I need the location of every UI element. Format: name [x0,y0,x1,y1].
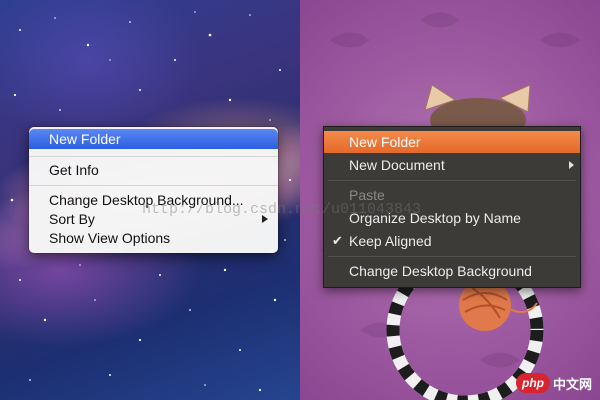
php-cn-logo: php 中文网 [515,372,592,394]
ubuntu-new-folder-label: New Folder [349,134,421,150]
ubuntu-context-menu: New Folder New Document Paste Organize D… [323,126,581,288]
ubuntu-new-document-label: New Document [349,157,445,173]
ubuntu-menu-new-folder[interactable]: New Folder [324,131,580,153]
submenu-arrow-icon [569,161,574,169]
mac-menu-change-background[interactable]: Change Desktop Background... [29,190,278,210]
ubuntu-paste-label: Paste [349,187,385,203]
ubuntu-keep-aligned-label: Keep Aligned [349,233,432,249]
php-logo-badge: php [515,373,550,393]
checkmark-icon: ✔ [332,233,343,248]
ubuntu-organize-label: Organize Desktop by Name [349,210,521,226]
mac-context-menu: New Folder Get Info Change Desktop Backg… [29,127,278,253]
mac-desktop[interactable]: New Folder Get Info Change Desktop Backg… [0,0,300,400]
mac-menu-get-info[interactable]: Get Info [29,160,278,180]
php-logo-text: 中文网 [552,376,592,392]
ubuntu-menu-change-background[interactable]: Change Desktop Background [324,260,580,282]
ubuntu-menu-separator [328,256,576,257]
ubuntu-change-background-label: Change Desktop Background [349,263,532,279]
mac-get-info-label: Get Info [49,162,99,178]
ubuntu-menu-new-document[interactable]: New Document [324,154,580,176]
submenu-arrow-icon [262,215,268,223]
ubuntu-menu-paste[interactable]: Paste [324,184,580,206]
ubuntu-menu-keep-aligned[interactable]: ✔ Keep Aligned [324,230,580,252]
mac-menu-separator [29,185,278,186]
mac-new-folder-label: New Folder [49,131,121,147]
mac-change-background-label: Change Desktop Background... [49,192,244,208]
mac-menu-show-view-options[interactable]: Show View Options [29,228,278,248]
mac-menu-new-folder[interactable]: New Folder [29,129,278,149]
mac-menu-separator [29,156,278,157]
ubuntu-menu-organize-by-name[interactable]: Organize Desktop by Name [324,207,580,229]
mac-menu-sort-by[interactable]: Sort By [29,209,278,229]
ubuntu-menu-separator [328,180,576,181]
mac-show-view-options-label: Show View Options [49,230,171,246]
mac-sort-by-label: Sort By [49,211,95,227]
